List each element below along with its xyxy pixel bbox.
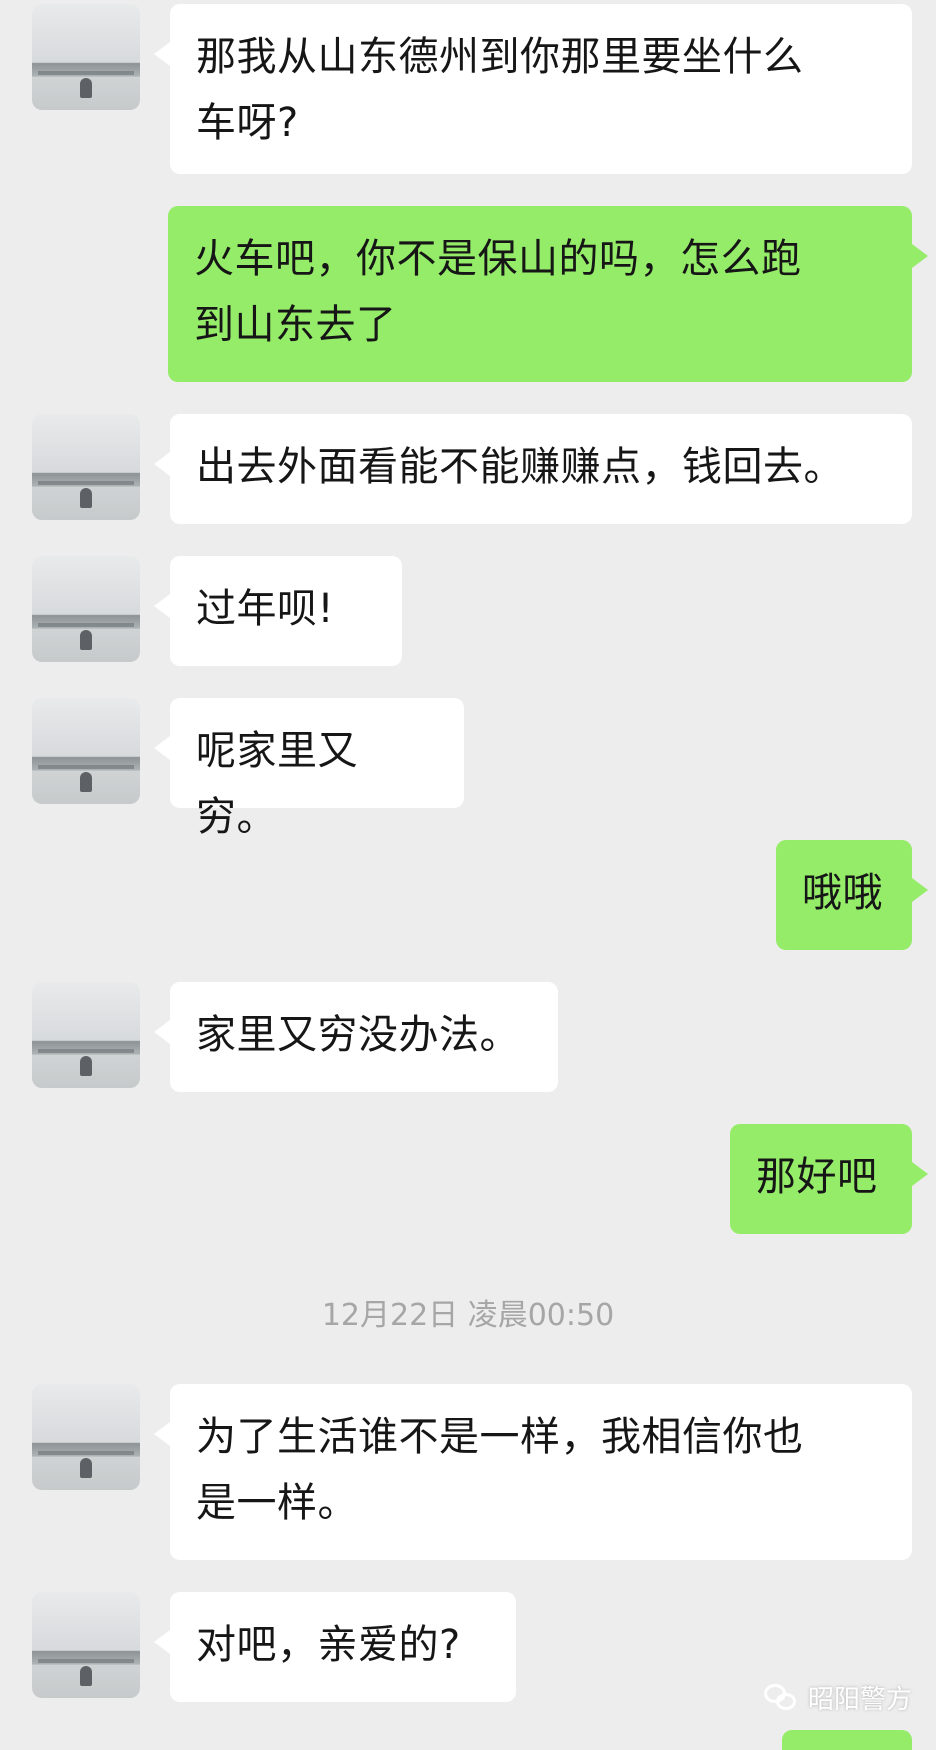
contact-avatar[interactable] xyxy=(32,698,140,804)
message-line: 哦哦 xyxy=(802,870,883,916)
chat-area[interactable]: 那我从山东德州到你那里要坐什么 车呀? 火车吧，你不是保山的吗，怎么跑 到山东去… xyxy=(0,0,936,1750)
message-line: 火车吧，你不是保山的吗，怎么跑 xyxy=(194,236,802,282)
contact-avatar[interactable] xyxy=(32,414,140,520)
message-line: 对吧，亲爱的? xyxy=(196,1622,461,1668)
incoming-message-bubble[interactable]: 那我从山东德州到你那里要坐什么 车呀? xyxy=(154,4,912,174)
incoming-message-bubble[interactable]: 呢家里又穷。 xyxy=(154,698,464,840)
outgoing-message-bubble[interactable]: 火车吧，你不是保山的吗，怎么跑 到山东去了 xyxy=(168,206,928,382)
incoming-message-bubble[interactable]: 对吧，亲爱的? xyxy=(154,1592,516,1702)
chat-timestamp: 12月22日 凌晨00:50 xyxy=(321,1298,615,1333)
contact-avatar[interactable] xyxy=(32,982,140,1088)
message-line: 那我从山东德州到你那里要坐什么 xyxy=(196,34,804,80)
outgoing-message-bubble[interactable]: 哦哦 xyxy=(776,840,928,950)
contact-avatar[interactable] xyxy=(32,1592,140,1698)
watermark-text: 昭阳警方 xyxy=(807,1685,912,1715)
message-line: 过年呗! xyxy=(196,586,335,632)
incoming-message-bubble[interactable]: 为了生活谁不是一样，我相信你也 是一样。 xyxy=(154,1384,912,1560)
message-line: 车呀? xyxy=(196,100,299,146)
message-line: 呢家里又穷。 xyxy=(196,728,358,840)
incoming-message-bubble[interactable]: 过年呗! xyxy=(154,556,402,666)
outgoing-message-bubble-partial[interactable] xyxy=(782,1730,912,1750)
message-line: 出去外面看能不能赚赚点，钱回去。 xyxy=(196,444,844,490)
incoming-message-bubble[interactable]: 出去外面看能不能赚赚点，钱回去。 xyxy=(154,414,912,524)
incoming-message-bubble[interactable]: 家里又穷没办法。 xyxy=(154,982,558,1092)
message-line: 为了生活谁不是一样，我相信你也 xyxy=(196,1414,804,1460)
contact-avatar[interactable] xyxy=(32,4,140,110)
wechat-icon xyxy=(763,1683,798,1712)
watermark: 昭阳警方 xyxy=(763,1679,912,1716)
message-line: 家里又穷没办法。 xyxy=(196,1012,520,1058)
contact-avatar[interactable] xyxy=(32,556,140,662)
message-line: 到山东去了 xyxy=(194,302,397,348)
outgoing-message-bubble[interactable]: 那好吧 xyxy=(730,1124,928,1234)
message-line: 是一样。 xyxy=(196,1480,358,1526)
contact-avatar[interactable] xyxy=(32,1384,140,1490)
message-line: 那好吧 xyxy=(756,1154,878,1200)
